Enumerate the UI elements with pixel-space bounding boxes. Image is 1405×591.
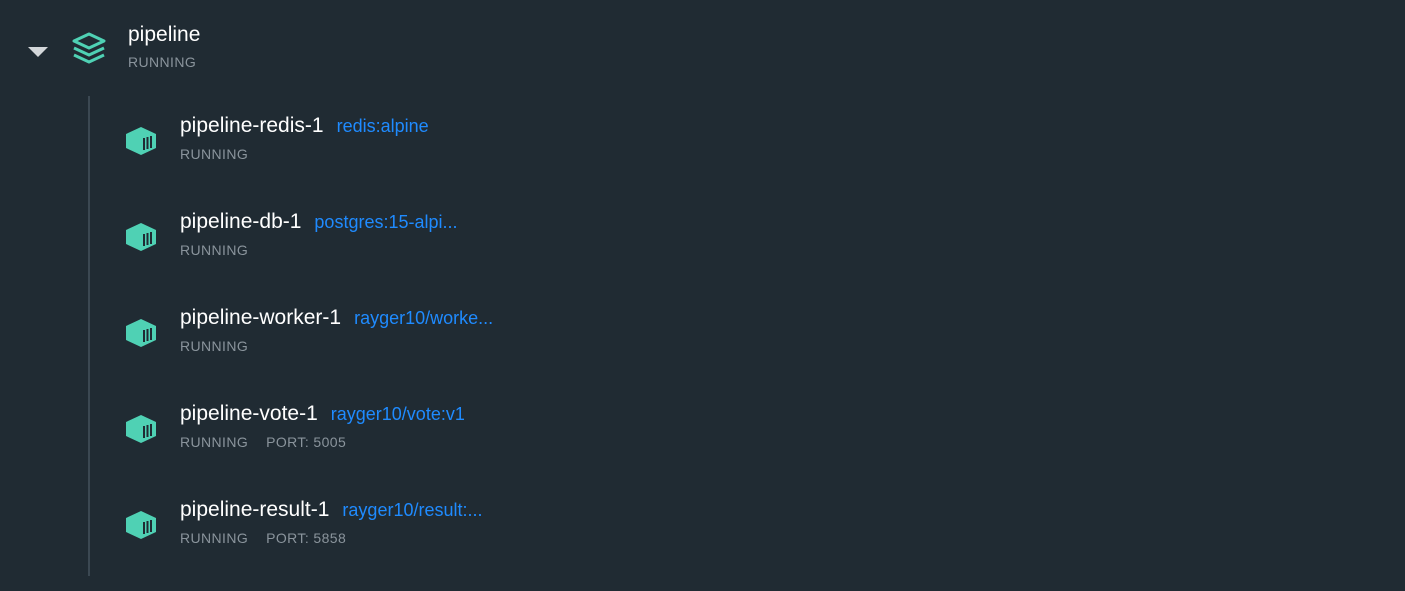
- container-status: RUNNING: [180, 434, 249, 450]
- container-title: pipeline-result-1 rayger10/result:...: [180, 497, 482, 523]
- container-icon: [125, 318, 157, 348]
- container-meta: RUNNING PORT: 5858: [180, 530, 346, 547]
- container-status: RUNNING: [180, 338, 249, 354]
- chevron-down-icon[interactable]: [24, 40, 52, 64]
- compose-group-header[interactable]: pipeline RUNNING: [0, 0, 1405, 90]
- container-row[interactable]: pipeline-worker-1 rayger10/worke... RUNNI…: [110, 288, 1010, 368]
- stack-icon: [71, 31, 107, 65]
- compose-group-name: pipeline: [128, 23, 201, 46]
- container-image-link[interactable]: postgres:15-alpi...: [314, 212, 457, 232]
- container-name[interactable]: pipeline-db-1: [180, 210, 301, 233]
- compose-group-status: RUNNING: [128, 54, 197, 70]
- container-meta: RUNNING: [180, 242, 248, 259]
- container-image-link[interactable]: redis:alpine: [337, 116, 429, 136]
- container-title: pipeline-vote-1 rayger10/vote:v1: [180, 401, 465, 427]
- container-port[interactable]: PORT: 5858: [266, 530, 346, 546]
- container-title: pipeline-worker-1 rayger10/worke...: [180, 305, 493, 331]
- container-meta: RUNNING: [180, 338, 248, 355]
- container-status: RUNNING: [180, 530, 249, 546]
- container-row[interactable]: pipeline-vote-1 rayger10/vote:v1 RUNNING P…: [110, 384, 1010, 464]
- container-port[interactable]: PORT: 5005: [266, 434, 346, 450]
- container-name[interactable]: pipeline-worker-1: [180, 306, 341, 329]
- container-icon: [125, 510, 157, 540]
- container-image-link[interactable]: rayger10/result:...: [342, 500, 482, 520]
- container-name[interactable]: pipeline-result-1: [180, 498, 329, 521]
- container-image-link[interactable]: rayger10/worke...: [354, 308, 493, 328]
- container-status: RUNNING: [180, 242, 249, 258]
- container-meta: RUNNING: [180, 146, 248, 163]
- container-row[interactable]: pipeline-result-1 rayger10/result:... RUN…: [110, 480, 1010, 560]
- container-icon: [125, 126, 157, 156]
- tree-connector-line: [88, 96, 90, 576]
- container-title: pipeline-redis-1 redis:alpine: [180, 113, 429, 139]
- container-row[interactable]: pipeline-db-1 postgres:15-alpi... RUNNING: [110, 192, 1010, 272]
- container-meta: RUNNING PORT: 5005: [180, 434, 346, 451]
- container-title: pipeline-db-1 postgres:15-alpi...: [180, 209, 458, 235]
- container-icon: [125, 414, 157, 444]
- container-row[interactable]: pipeline-redis-1 redis:alpine RUNNING: [110, 96, 1010, 176]
- container-name[interactable]: pipeline-redis-1: [180, 114, 324, 137]
- container-icon: [125, 222, 157, 252]
- container-image-link[interactable]: rayger10/vote:v1: [331, 404, 465, 424]
- container-status: RUNNING: [180, 146, 249, 162]
- container-name[interactable]: pipeline-vote-1: [180, 402, 318, 425]
